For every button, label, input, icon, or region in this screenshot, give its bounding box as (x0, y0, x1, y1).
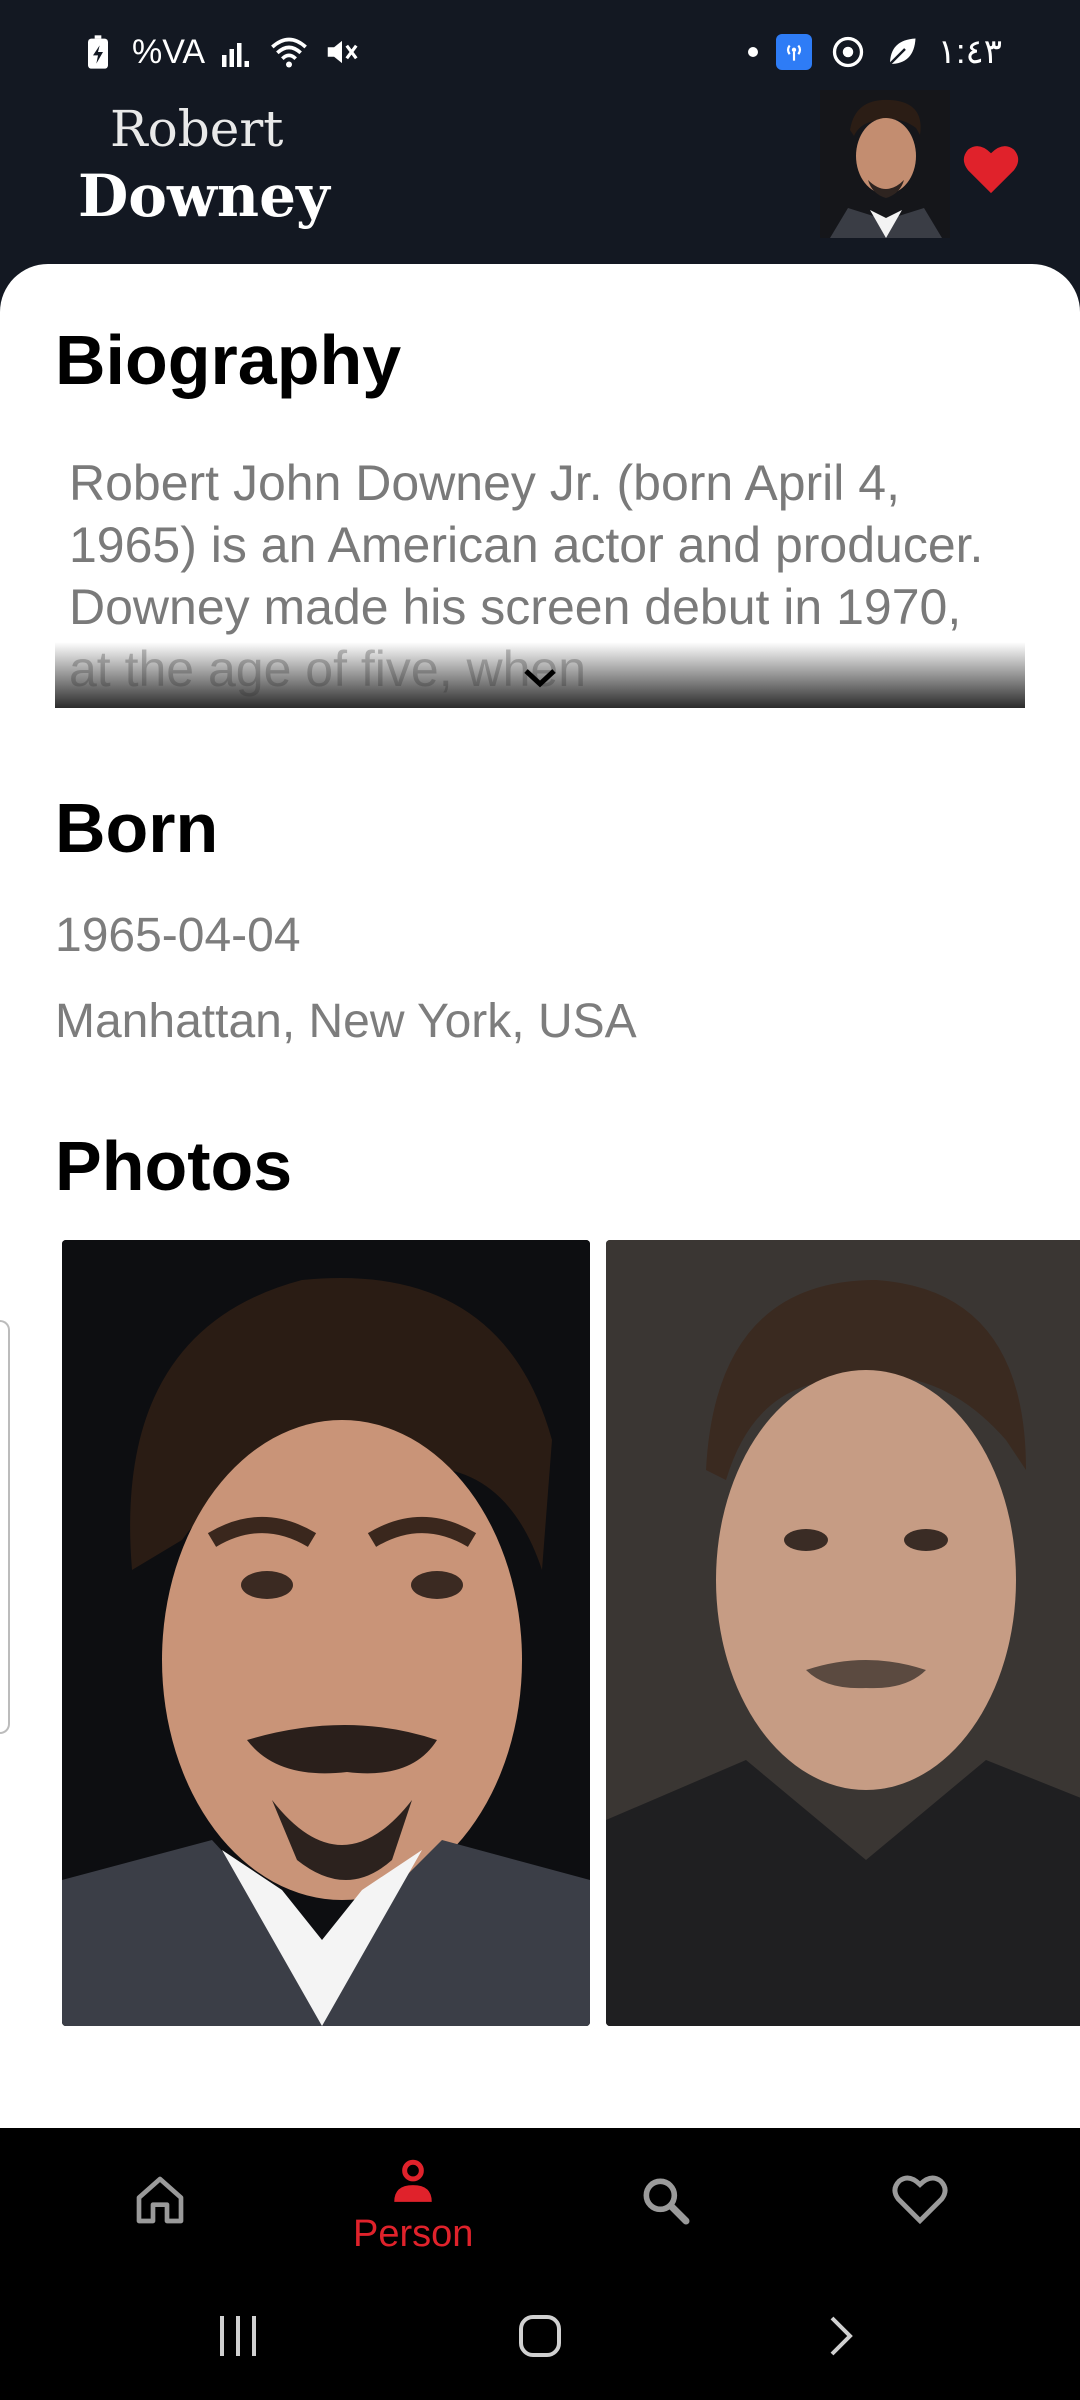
data-saver-icon (832, 36, 863, 68)
nav-person[interactable]: Person (353, 2156, 473, 2256)
hotspot-icon (775, 34, 812, 70)
nav-home[interactable] (100, 2172, 220, 2233)
photo-thumbnail[interactable] (606, 1240, 1080, 2026)
battery-percent: %VA (132, 32, 206, 71)
person-last-name: Downey (78, 162, 330, 230)
side-panel-handle[interactable] (0, 1320, 10, 1734)
system-navigation-bar (0, 2268, 1080, 2400)
birth-date: 1965-04-04 (55, 909, 301, 962)
person-first-name: Robert (110, 100, 284, 158)
home-button-icon[interactable] (518, 2314, 562, 2358)
photos-carousel[interactable] (0, 1240, 1080, 2030)
biography-section[interactable]: Robert John Downey Jr. (born April 4, 19… (55, 452, 1025, 708)
born-heading: Born (55, 789, 219, 867)
nav-person-label: Person (353, 2213, 474, 2255)
clock-time: ١:٤٣ (937, 33, 1002, 71)
details-card: Biography Robert John Downey Jr. (born A… (0, 264, 1080, 2128)
recent-apps-icon[interactable] (216, 2314, 260, 2358)
mute-icon (327, 40, 358, 64)
avatar (820, 90, 950, 238)
chevron-down-icon[interactable] (522, 666, 558, 690)
search-icon (643, 2178, 690, 2225)
photo-thumbnail[interactable] (62, 1240, 590, 2026)
person-header: Robert Downey (0, 90, 1080, 270)
notification-dot-icon (747, 47, 758, 57)
signal-icon (222, 43, 250, 67)
bottom-navigation: Person (0, 2128, 1080, 2268)
home-icon (136, 2176, 184, 2224)
back-chevron-icon[interactable] (826, 2314, 856, 2358)
nav-search[interactable] (605, 2172, 725, 2233)
wifi-icon (271, 37, 307, 68)
photos-heading: Photos (55, 1127, 293, 1205)
person-icon (394, 2159, 432, 2202)
favorite-heart-icon[interactable] (962, 142, 1026, 202)
leaf-icon (888, 38, 916, 65)
heart-outline-icon (892, 2175, 948, 2225)
biography-heading: Biography (55, 321, 402, 399)
birth-place: Manhattan, New York, USA (55, 995, 637, 1048)
nav-favorites[interactable] (860, 2172, 980, 2231)
battery-charging-icon (88, 35, 108, 69)
status-bar: %VA ١:٤٣ (0, 0, 1080, 100)
